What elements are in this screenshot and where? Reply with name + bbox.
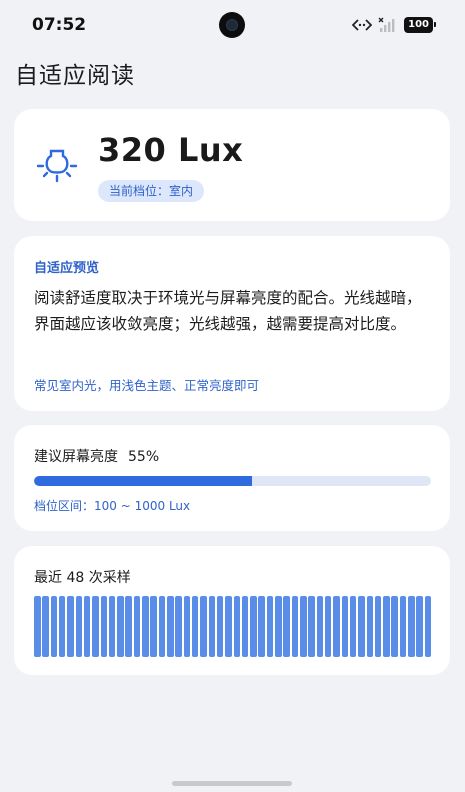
level-badge: 当前档位：室内 [98, 180, 205, 202]
sample-bar [34, 596, 41, 657]
sample-bar [408, 596, 415, 657]
sample-bar [316, 596, 324, 657]
sample-bar [175, 596, 182, 657]
sample-bar [133, 596, 141, 657]
status-icons: 100 [352, 16, 436, 34]
sample-bar [374, 596, 382, 657]
sample-bar [167, 596, 174, 657]
brightness-progress-fill [34, 476, 253, 486]
sample-bar [399, 596, 407, 657]
brightness-progress-track [34, 476, 431, 486]
sample-bar [233, 596, 241, 657]
sample-bar [191, 596, 199, 657]
sample-bar [358, 596, 365, 657]
lux-card: 320 Lux 当前档位：室内 [14, 109, 450, 221]
sample-bar [183, 596, 191, 657]
page-title: 自适应阅读 [15, 63, 135, 89]
sample-bar [333, 596, 340, 657]
sample-bars [34, 596, 432, 657]
no-signal-icon [378, 17, 395, 32]
sample-bar [58, 596, 66, 657]
home-indicator[interactable] [172, 781, 292, 786]
sample-bar [92, 596, 99, 657]
front-camera [219, 12, 245, 38]
brightness-value: 55% [128, 449, 160, 465]
sample-bar [150, 596, 157, 657]
status-bar: 07:52 100 [0, 0, 465, 50]
lux-value: 320 Lux [98, 131, 244, 169]
sample-bar [391, 596, 398, 657]
sample-bar [200, 596, 207, 657]
sample-bar [241, 596, 249, 657]
brightness-card: 建议屏幕亮度 55% 档位区间：100 ~ 1000 Lux [14, 425, 450, 531]
sample-bar [250, 596, 257, 657]
data-transfer-icon [352, 19, 373, 31]
sample-bar [225, 596, 232, 657]
sample-bar [100, 596, 108, 657]
sample-bar [291, 596, 299, 657]
samples-card: 最近 48 次采样 [14, 546, 450, 675]
sample-bar [117, 596, 124, 657]
preview-card: 自适应预览 阅读舒适度取决于环境光与屏幕亮度的配合。光线越暗，界面越应该收敛亮度… [14, 236, 450, 411]
sample-bar [283, 596, 290, 657]
sample-bar [424, 596, 432, 657]
samples-label: 最近 48 次采样 [34, 570, 131, 586]
sample-bar [349, 596, 357, 657]
brightness-label-text: 建议屏幕亮度 [34, 449, 118, 465]
sample-bar [275, 596, 282, 657]
sample-bar [208, 596, 216, 657]
sample-bar [108, 596, 116, 657]
sample-bar [216, 596, 224, 657]
level-range-label: 档位区间：100 ~ 1000 Lux [34, 499, 191, 513]
brightness-label: 建议屏幕亮度 55% [34, 446, 159, 466]
sample-bar [300, 596, 307, 657]
sample-bar [324, 596, 332, 657]
preview-note: 常见室内光，用浅色主题、正常亮度即可 [34, 378, 260, 393]
sample-bar [416, 596, 423, 657]
sample-bar [258, 596, 265, 657]
sample-bar [75, 596, 83, 657]
preview-body-text: 阅读舒适度取决于环境光与屏幕亮度的配合。光线越暗，界面越应该收敛亮度；光线越强，… [34, 289, 422, 333]
light-bulb-icon [36, 149, 78, 183]
sample-bar [341, 596, 349, 657]
sample-bar [83, 596, 91, 657]
sample-bar [50, 596, 58, 657]
sample-bar [266, 596, 274, 657]
status-time: 07:52 [32, 15, 87, 35]
sample-bar [366, 596, 374, 657]
sample-bar [158, 596, 166, 657]
battery-indicator: 100 [404, 17, 436, 33]
preview-heading: 自适应预览 [34, 261, 100, 276]
sample-bar [67, 596, 74, 657]
sample-bar [142, 596, 149, 657]
sample-bar [383, 596, 390, 657]
sample-bar [42, 596, 49, 657]
sample-bar [125, 596, 132, 657]
sample-bar [308, 596, 315, 657]
